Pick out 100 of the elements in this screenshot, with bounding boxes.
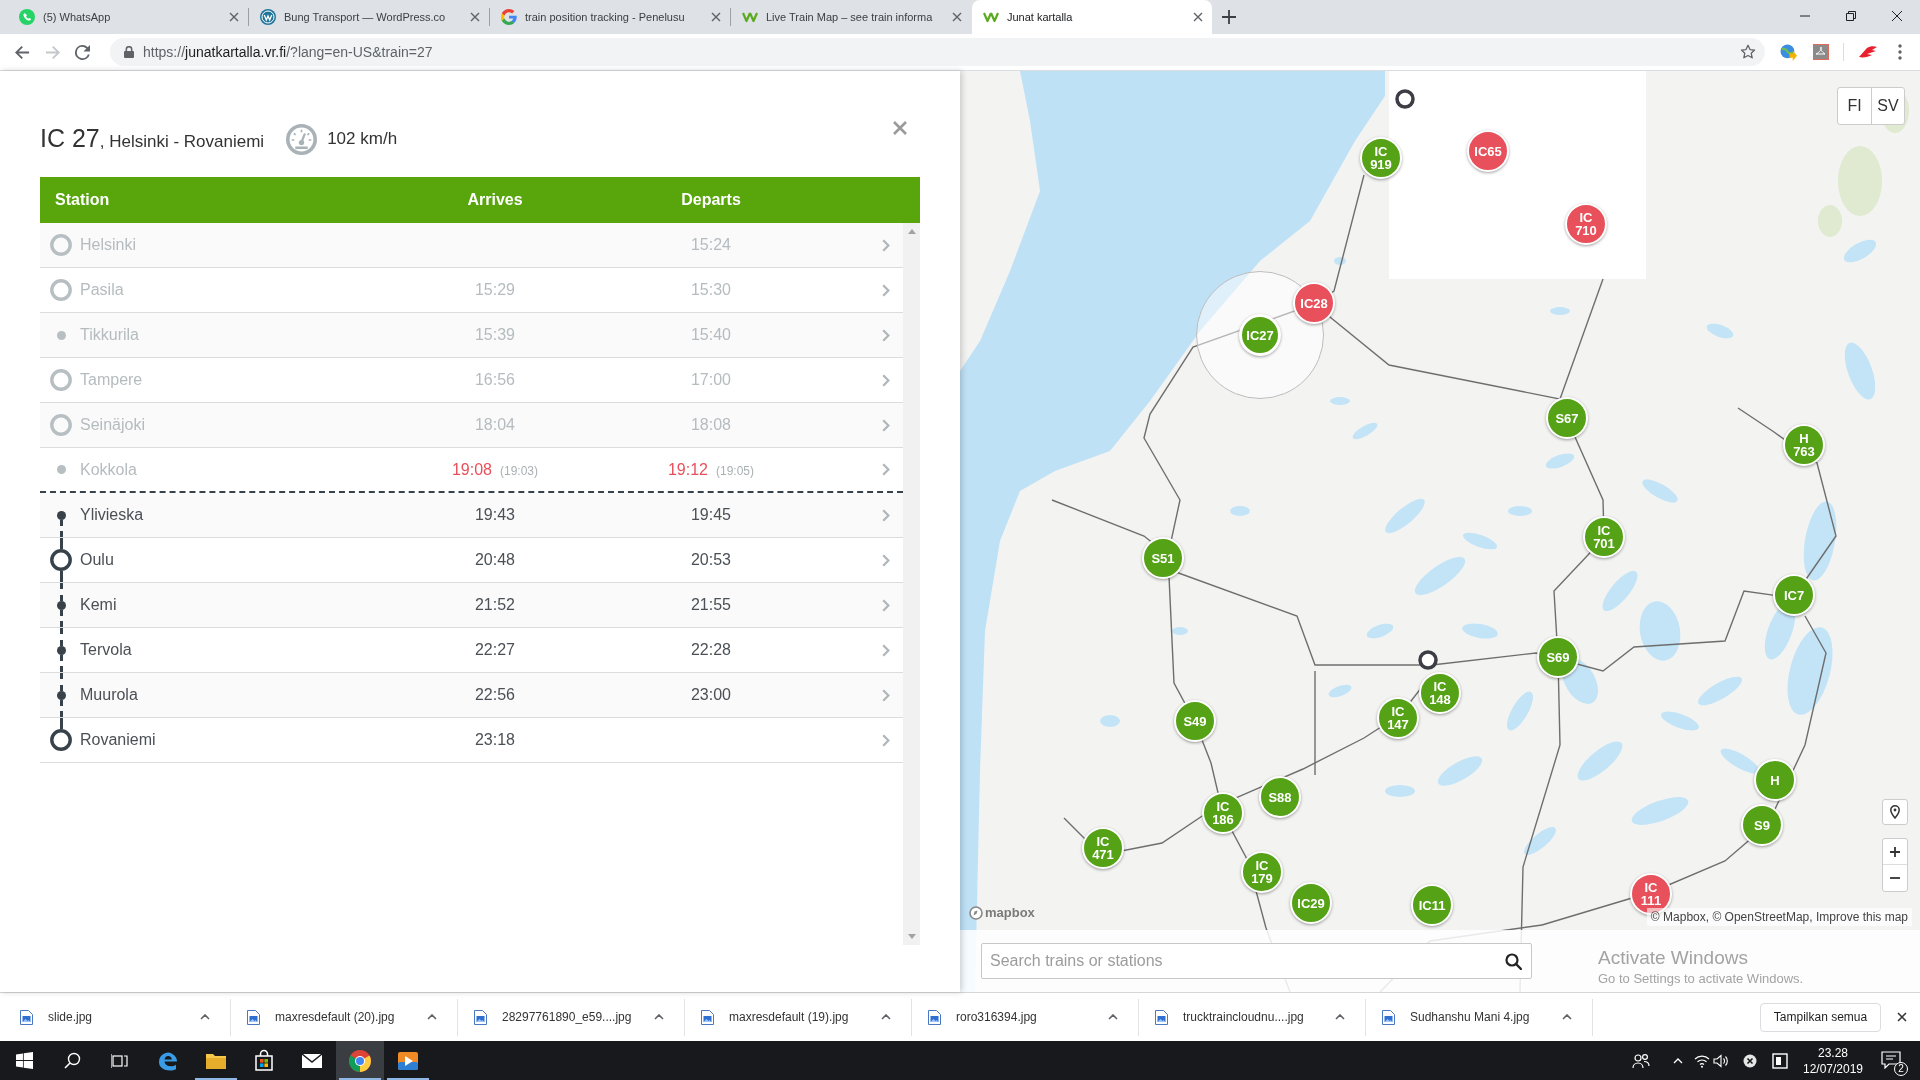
timetable-row[interactable]: Muurola 22:56 23:00 xyxy=(40,673,903,718)
chevron-right-icon xyxy=(882,508,890,522)
station-ring-icon xyxy=(50,729,72,751)
caret-up-icon[interactable] xyxy=(427,1014,437,1020)
image-file-icon xyxy=(247,1009,260,1025)
station-dot-icon xyxy=(56,330,66,340)
plus-icon xyxy=(1890,846,1900,857)
task-view-icon[interactable] xyxy=(111,1052,129,1069)
star-icon[interactable] xyxy=(1740,44,1756,60)
timetable-row[interactable]: Kemi 21:52 21:55 xyxy=(40,583,903,628)
departure-time: 22:28 xyxy=(690,640,731,660)
lake xyxy=(1172,627,1188,635)
column-header: Departs xyxy=(681,190,741,210)
download-item[interactable]: maxresdefault (19).jpg xyxy=(685,998,912,1036)
browser-tab[interactable]: train position tracking - Penelusu xyxy=(490,0,730,34)
arrival-time: 18:04 xyxy=(474,415,515,435)
caret-up-icon[interactable] xyxy=(200,1014,210,1020)
close-icon[interactable] xyxy=(1892,11,1902,21)
timetable-row[interactable]: Rovaniemi 23:18 xyxy=(40,718,903,763)
download-item[interactable]: 28297761890_e59....jpg xyxy=(458,998,685,1036)
scheduled-time: (19:03) xyxy=(500,462,539,480)
departure-time: 20:53 xyxy=(690,550,731,570)
logo-circle-icon xyxy=(260,9,276,25)
station-name: Tervola xyxy=(80,640,132,660)
image-file-icon xyxy=(474,1009,487,1025)
browser-tab[interactable]: Live Train Map – see train informa xyxy=(731,0,971,34)
download-item[interactable]: trucktraincloudnu....jpg xyxy=(1139,998,1366,1036)
station-dot-icon xyxy=(56,690,66,700)
speaker-icon[interactable] xyxy=(1713,1053,1729,1068)
close-icon[interactable] xyxy=(1897,1012,1907,1022)
map-attribution: © Mapbox, © OpenStreetMap, Improve this map xyxy=(1646,908,1912,926)
timetable-row[interactable]: Oulu 20:48 20:53 xyxy=(40,538,903,583)
browser-tab[interactable]: Bung Transport — WordPress.co xyxy=(249,0,489,34)
station-dot-icon xyxy=(56,600,66,610)
lake xyxy=(1352,422,1378,440)
map-logo: mapbox xyxy=(985,904,1035,922)
activation-text: Go to Settings to activate Windows. xyxy=(1598,970,1804,988)
browser-tab[interactable]: (5) WhatsApp xyxy=(8,0,248,34)
square-icon[interactable] xyxy=(1772,1052,1788,1069)
lake xyxy=(1385,498,1425,534)
caret-up-icon[interactable] xyxy=(1108,1014,1118,1020)
browser-tab[interactable]: Junat kartalla xyxy=(972,0,1212,34)
station-name: Helsinki xyxy=(80,235,136,255)
lake xyxy=(1328,684,1352,698)
station-ring-icon xyxy=(50,414,72,436)
station-name: Kokkola xyxy=(80,459,137,480)
menu-icon[interactable] xyxy=(1898,44,1902,60)
timetable-row[interactable]: Ylivieska 19:43 19:45 xyxy=(40,493,903,538)
document-tile-icon[interactable] xyxy=(1813,44,1829,60)
download-item[interactable]: roro316394.jpg xyxy=(912,998,1139,1036)
chevron-right-icon xyxy=(882,553,890,567)
language-button[interactable]: SV xyxy=(1871,88,1904,124)
chevron-right-icon xyxy=(882,733,890,747)
search-field[interactable]: Search trains or stations xyxy=(981,943,1532,979)
caret-up-icon[interactable] xyxy=(881,1014,891,1020)
wifi-icon[interactable] xyxy=(1694,1053,1710,1068)
departure-time: 19:12 xyxy=(667,459,708,480)
lake xyxy=(1720,748,1760,774)
circle-x-icon[interactable] xyxy=(1742,1052,1758,1069)
column-header: Station xyxy=(54,190,111,210)
chevron-right-icon xyxy=(882,688,890,702)
lake xyxy=(1550,307,1570,315)
lake xyxy=(1100,715,1120,727)
swoosh-icon[interactable] xyxy=(1858,45,1878,59)
show-all-button[interactable]: Tampilkan semua xyxy=(1760,1002,1881,1032)
arrival-time: 15:39 xyxy=(474,325,515,345)
caret-up-icon[interactable] xyxy=(1562,1014,1572,1020)
departure-time: 15:24 xyxy=(690,235,731,255)
address-bar[interactable]: https://junatkartalla.vr.fi/?lang=en-US&train=27 xyxy=(110,38,1765,66)
caret-up-icon[interactable] xyxy=(654,1014,664,1020)
station-name: Ylivieska xyxy=(80,505,144,525)
timetable-row[interactable]: Helsinki 15:24 xyxy=(40,223,903,268)
search-icon[interactable] xyxy=(63,1052,81,1069)
station-ring-icon xyxy=(50,549,72,571)
locate-button[interactable] xyxy=(1882,799,1908,825)
timetable-row[interactable]: Tikkurila 15:39 15:40 xyxy=(40,313,903,358)
search-icon[interactable] xyxy=(1505,953,1522,970)
restore-icon[interactable] xyxy=(1846,11,1856,21)
close-icon[interactable] xyxy=(1193,12,1203,22)
timetable-row[interactable]: Seinäjoki 18:04 18:08 xyxy=(40,403,903,448)
caret-up-icon[interactable] xyxy=(1335,1014,1345,1020)
download-item[interactable]: Sudhanshu Mani 4.jpg xyxy=(1366,998,1593,1036)
departure-time: 15:40 xyxy=(690,325,731,345)
plus-icon[interactable] xyxy=(1222,10,1236,24)
language-button[interactable]: FI xyxy=(1838,88,1871,124)
lake xyxy=(1577,741,1623,781)
timetable-row[interactable]: Tervola 22:27 22:28 xyxy=(40,628,903,673)
chevron-right-icon xyxy=(882,283,890,297)
reload-icon[interactable] xyxy=(74,44,90,60)
notification-badge: 2 xyxy=(1894,1061,1908,1076)
station-ring-icon xyxy=(50,369,72,391)
start-icon[interactable] xyxy=(15,1052,33,1069)
people-icon[interactable] xyxy=(1632,1052,1650,1069)
lake xyxy=(1462,623,1498,639)
download-item[interactable]: slide.jpg xyxy=(4,998,231,1036)
taskbar-app[interactable] xyxy=(336,1041,384,1080)
download-item[interactable]: maxresdefault (20).jpg xyxy=(231,998,458,1036)
back-icon[interactable] xyxy=(14,44,30,60)
lake xyxy=(1524,827,1556,855)
chevron-up-icon[interactable] xyxy=(1673,1057,1683,1064)
